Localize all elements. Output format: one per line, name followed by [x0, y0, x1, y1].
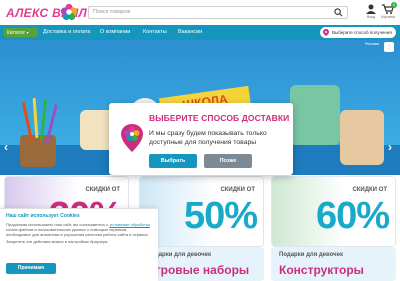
nav-item-vacancies[interactable]: Вакансии [178, 29, 202, 35]
discount-value: 60% [315, 195, 390, 237]
next-slide-arrow[interactable]: › [388, 140, 398, 154]
modal-text: И мы сразу будем показывать только досту… [149, 130, 267, 146]
promo-headline: Конструкторы [279, 263, 364, 277]
modal-title: ВЫБЕРИТЕ СПОСОБ ДОСТАВКИ [149, 113, 290, 123]
choose-button[interactable]: Выбрать [149, 154, 197, 168]
accept-cookies-button[interactable]: Принимаю [6, 263, 56, 274]
cookie-notice: Наш сайт использует Cookies Продолжая ис… [0, 208, 158, 281]
cookie-text: Продолжая использовать наш сайт, вы согл… [6, 222, 152, 237]
prev-slide-arrow[interactable]: ‹ [4, 140, 14, 154]
delivery-method-modal: ВЫБЕРИТЕ СПОСОБ ДОСТАВКИ И мы сразу буде… [109, 103, 293, 175]
catalog-label: Каталог [7, 30, 26, 36]
nav-item-contacts[interactable]: Контакты [143, 29, 167, 35]
ad-info-icon[interactable]: ⋮ [384, 42, 394, 52]
backpack-image [340, 110, 384, 165]
discount-label: СКИДКИ ОТ [220, 187, 255, 193]
discount-label: СКИДКИ ОТ [85, 187, 120, 193]
pencil-image [32, 97, 39, 139]
search-input[interactable]: Поиск товаров [88, 6, 348, 19]
cookie-text-3: Запретить эти действия можно в настройка… [6, 239, 109, 244]
cookie-text-2: cookie-файлов и пользовательских данных … [6, 227, 149, 237]
later-button[interactable]: Позже [204, 154, 252, 168]
promo-title: Подарки для девочек [279, 252, 343, 258]
notebook-image [290, 85, 340, 145]
promo-card-constructors[interactable]: Подарки для девочек Конструкторы [271, 247, 396, 281]
nav-item-about[interactable]: О компании [100, 29, 130, 35]
cookie-title: Наш сайт использует Cookies [6, 213, 80, 219]
main-nav: Каталог ▾ Доставка и оплата О компании К… [0, 25, 400, 40]
nav-item-delivery[interactable]: Доставка и оплата [43, 29, 90, 35]
user-icon[interactable] [364, 4, 378, 14]
location-pin-icon [121, 124, 143, 152]
discount-card-60[interactable]: СКИДКИ ОТ 60% [271, 176, 396, 247]
promo-headline: Игровые наборы [147, 263, 250, 277]
cart-label[interactable]: Корзина [378, 15, 398, 19]
chevron-down-icon: ▾ [26, 30, 29, 35]
discount-value: 50% [183, 195, 258, 237]
brush-cup-image [20, 135, 56, 167]
header: АЛЕКС ВИЛЛ Поиск товаров Вход 0 Корзина [0, 0, 400, 25]
discount-label: СКИДКИ ОТ [352, 187, 387, 193]
flower-logo-icon [60, 3, 78, 21]
catalog-button[interactable]: Каталог ▾ [4, 28, 38, 37]
ad-label: Реклама [365, 42, 380, 46]
pickup-method-button[interactable]: Выберите способ получения [320, 27, 396, 38]
location-pin-icon [323, 29, 329, 36]
cart-count-badge: 0 [391, 2, 397, 8]
search-icon[interactable] [334, 8, 343, 17]
